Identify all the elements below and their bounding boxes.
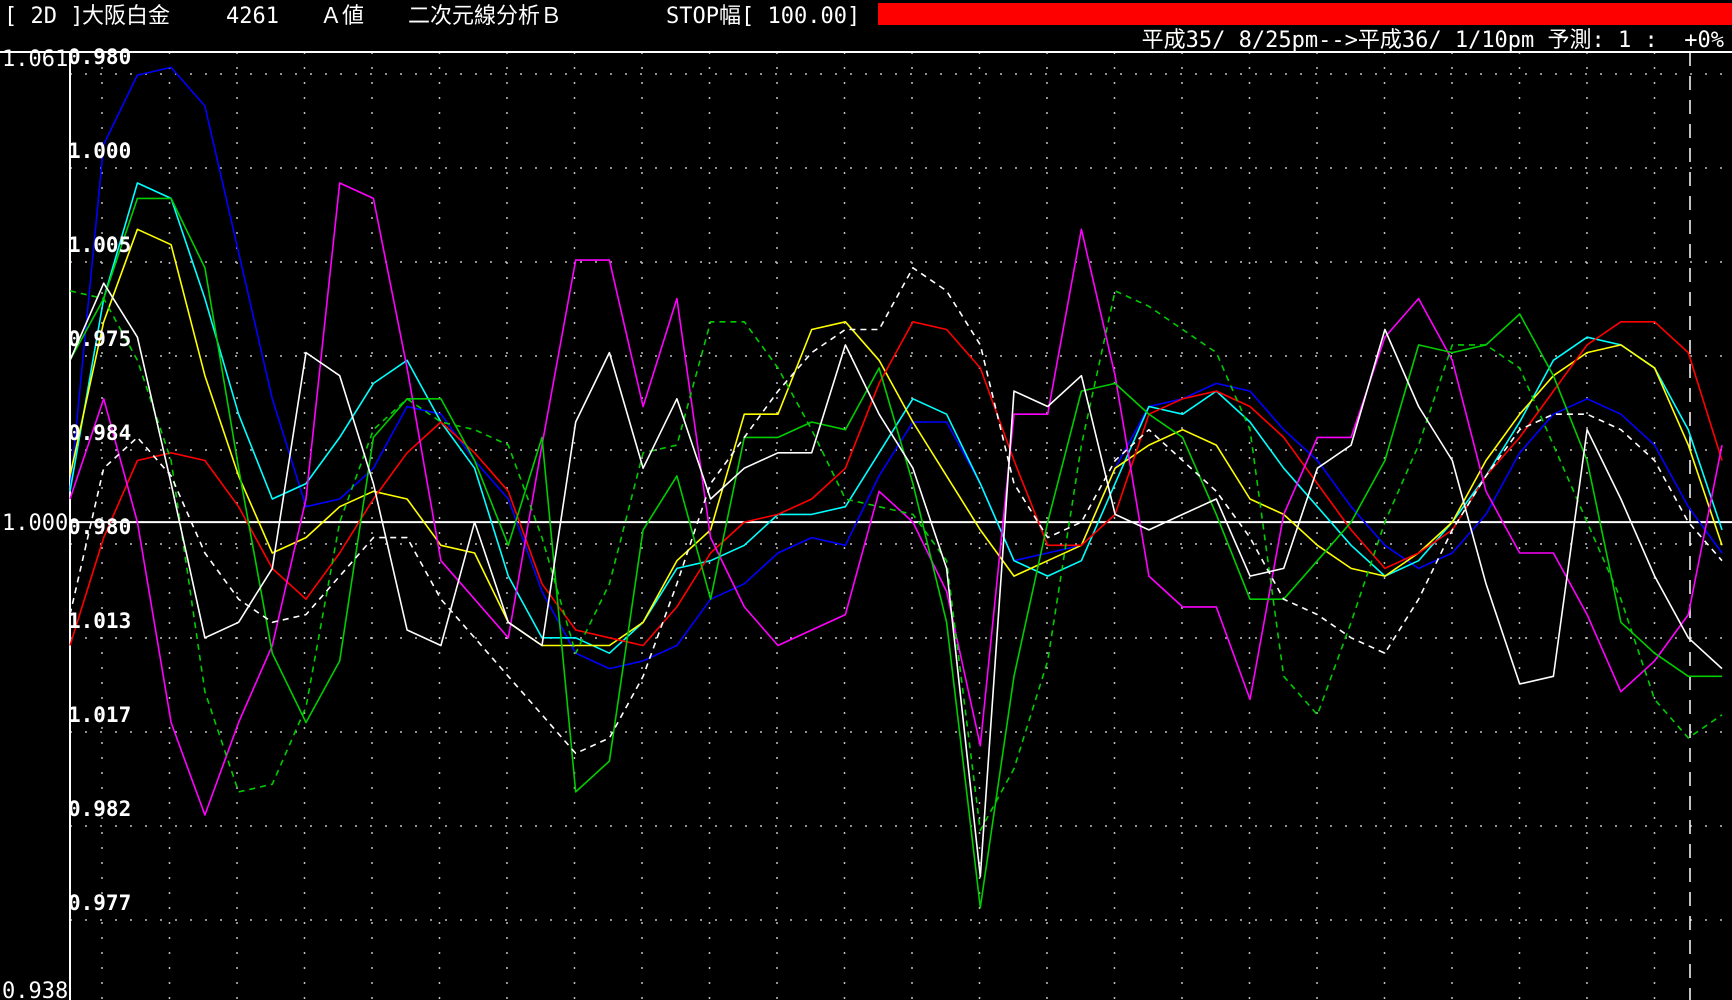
line-chart: 0.9801.0001.0050.9750.9840.9801.0131.017… <box>0 45 1732 1000</box>
series-line-9 <box>69 266 1723 755</box>
y-tick-label: 1.000 <box>68 139 131 163</box>
series-line-8 <box>69 282 1723 878</box>
y-tick-label: 0.982 <box>68 797 131 821</box>
series-line-7 <box>69 290 1723 832</box>
series-line-1 <box>69 66 1723 670</box>
left-scale-label: 1.000 <box>2 511 68 536</box>
y-tick-label: 0.977 <box>68 891 131 915</box>
series-layer <box>69 66 1723 909</box>
y-tick-label: 0.975 <box>68 327 131 351</box>
y-tick-label: 1.005 <box>68 233 131 257</box>
y-tick-label: 0.984 <box>68 421 131 445</box>
y-tick-label: 0.980 <box>68 515 131 539</box>
series-line-6 <box>69 197 1722 909</box>
y-tick-label: 0.980 <box>68 45 131 69</box>
y-tick-label: 1.017 <box>68 703 131 727</box>
series-line-5 <box>69 182 1723 816</box>
y-tick-label: 1.013 <box>68 609 131 633</box>
left-scale-label: 1.061 <box>2 47 68 72</box>
axis-labels: 0.9801.0001.0050.9750.9840.9801.0131.017… <box>2 45 131 1000</box>
left-scale-label: 0.938 <box>2 979 68 1000</box>
